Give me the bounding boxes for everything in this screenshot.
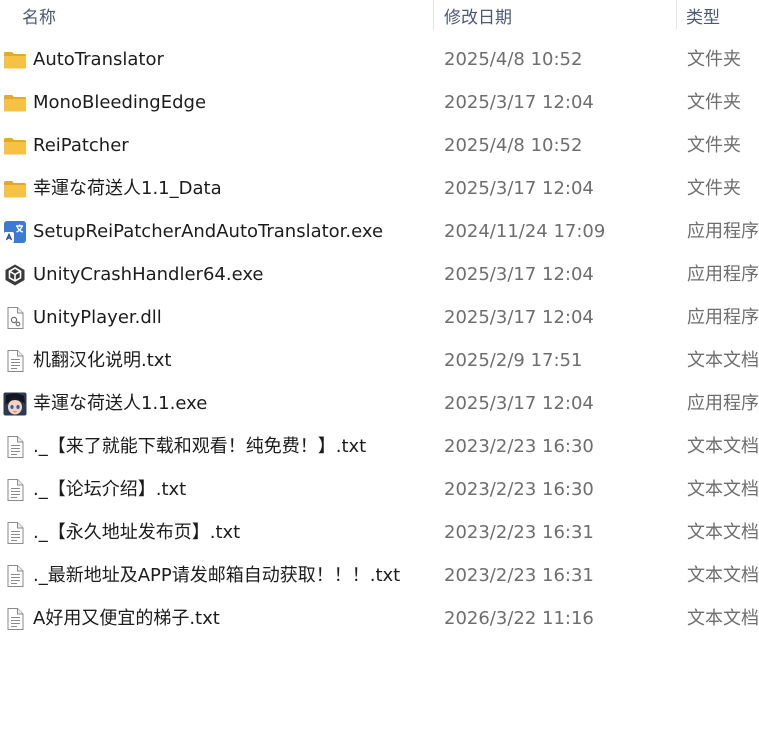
file-row[interactable]: SetupReiPatcherAndAutoTranslator.exe 202…	[0, 210, 759, 253]
column-header-date-label: 修改日期	[444, 7, 512, 28]
file-type: 文本文档	[687, 436, 759, 457]
column-header-bar: 名称 修改日期 类型	[0, 0, 759, 30]
folder-icon	[3, 134, 27, 158]
file-row[interactable]: ._【永久地址发布页】.txt 2023/2/23 16:31 文本文档	[0, 511, 759, 554]
text-file-icon	[3, 607, 27, 631]
file-date: 2025/2/9 17:51	[444, 350, 583, 371]
column-header-type-label: 类型	[686, 7, 720, 28]
column-header-name[interactable]: 名称	[0, 0, 433, 30]
file-type: 应用程序	[687, 393, 759, 414]
file-type: 应用程序	[687, 264, 759, 285]
game-app-icon	[3, 392, 27, 416]
file-row[interactable]: ._【来了就能下载和观看！纯免费！】.txt 2023/2/23 16:30 文…	[0, 425, 759, 468]
text-file-icon	[3, 435, 27, 459]
file-row[interactable]: 机翻汉化说明.txt 2025/2/9 17:51 文本文档	[0, 339, 759, 382]
file-row[interactable]: 幸運な荷送人1.1.exe 2025/3/17 12:04 应用程序	[0, 382, 759, 425]
file-row[interactable]: ._最新地址及APP请发邮箱自动获取！！！.txt 2023/2/23 16:3…	[0, 554, 759, 597]
file-type: 文本文档	[687, 608, 759, 629]
dll-file-icon	[3, 306, 27, 330]
file-name: 幸運な荷送人1.1_Data	[33, 178, 222, 199]
file-name: ._【来了就能下载和观看！纯免费！】.txt	[33, 436, 367, 457]
file-name: 幸運な荷送人1.1.exe	[33, 393, 208, 414]
translator-app-icon	[3, 220, 27, 244]
file-type: 文件夹	[687, 135, 741, 156]
file-type: 文件夹	[687, 49, 741, 70]
file-type: 文本文档	[687, 522, 759, 543]
file-type: 文件夹	[687, 178, 741, 199]
folder-icon	[3, 48, 27, 72]
file-date: 2023/2/23 16:31	[444, 565, 594, 586]
file-row[interactable]: MonoBleedingEdge 2025/3/17 12:04 文件夹	[0, 81, 759, 124]
file-name: MonoBleedingEdge	[33, 92, 207, 113]
file-name: AutoTranslator	[33, 49, 164, 70]
text-file-icon	[3, 478, 27, 502]
column-header-name-label: 名称	[22, 7, 56, 28]
text-file-icon	[3, 521, 27, 545]
file-date: 2025/3/17 12:04	[444, 307, 594, 328]
file-name: A好用又便宜的梯子.txt	[33, 608, 220, 629]
file-type: 应用程序	[687, 307, 759, 328]
file-name: UnityCrashHandler64.exe	[33, 264, 264, 285]
file-row[interactable]: AutoTranslator 2025/4/8 10:52 文件夹	[0, 38, 759, 81]
file-name: SetupReiPatcherAndAutoTranslator.exe	[33, 221, 384, 242]
file-date: 2023/2/23 16:30	[444, 436, 594, 457]
file-date: 2025/4/8 10:52	[444, 135, 583, 156]
column-header-type[interactable]: 类型	[677, 0, 759, 30]
file-type: 应用程序	[687, 221, 759, 242]
column-header-date[interactable]: 修改日期	[434, 0, 676, 30]
file-date: 2023/2/23 16:31	[444, 522, 594, 543]
file-date: 2023/2/23 16:30	[444, 479, 594, 500]
folder-icon	[3, 177, 27, 201]
file-row[interactable]: 幸運な荷送人1.1_Data 2025/3/17 12:04 文件夹	[0, 167, 759, 210]
text-file-icon	[3, 564, 27, 588]
file-row[interactable]: ._【论坛介绍】.txt 2023/2/23 16:30 文本文档	[0, 468, 759, 511]
file-date: 2025/3/17 12:04	[444, 178, 594, 199]
file-row[interactable]: UnityCrashHandler64.exe 2025/3/17 12:04 …	[0, 253, 759, 296]
file-row[interactable]: UnityPlayer.dll 2025/3/17 12:04 应用程序	[0, 296, 759, 339]
file-date: 2025/3/17 12:04	[444, 264, 594, 285]
file-date: 2026/3/22 11:16	[444, 608, 594, 629]
file-date: 2024/11/24 17:09	[444, 221, 606, 242]
file-type: 文本文档	[687, 565, 759, 586]
file-name: ._【论坛介绍】.txt	[33, 479, 187, 500]
file-row[interactable]: ReiPatcher 2025/4/8 10:52 文件夹	[0, 124, 759, 167]
folder-icon	[3, 91, 27, 115]
file-date: 2025/4/8 10:52	[444, 49, 583, 70]
file-name: ._最新地址及APP请发邮箱自动获取！！！.txt	[33, 565, 401, 586]
file-name: UnityPlayer.dll	[33, 307, 162, 328]
file-row[interactable]: A好用又便宜的梯子.txt 2026/3/22 11:16 文本文档	[0, 597, 759, 640]
unity-icon	[3, 263, 27, 287]
file-type: 文件夹	[687, 92, 741, 113]
file-name: ReiPatcher	[33, 135, 129, 156]
file-name: ._【永久地址发布页】.txt	[33, 522, 241, 543]
file-type: 文本文档	[687, 350, 759, 371]
file-name: 机翻汉化说明.txt	[33, 350, 172, 371]
file-date: 2025/3/17 12:04	[444, 92, 594, 113]
file-date: 2025/3/17 12:04	[444, 393, 594, 414]
file-list: AutoTranslator 2025/4/8 10:52 文件夹 MonoBl…	[0, 38, 759, 640]
text-file-icon	[3, 349, 27, 373]
file-type: 文本文档	[687, 479, 759, 500]
